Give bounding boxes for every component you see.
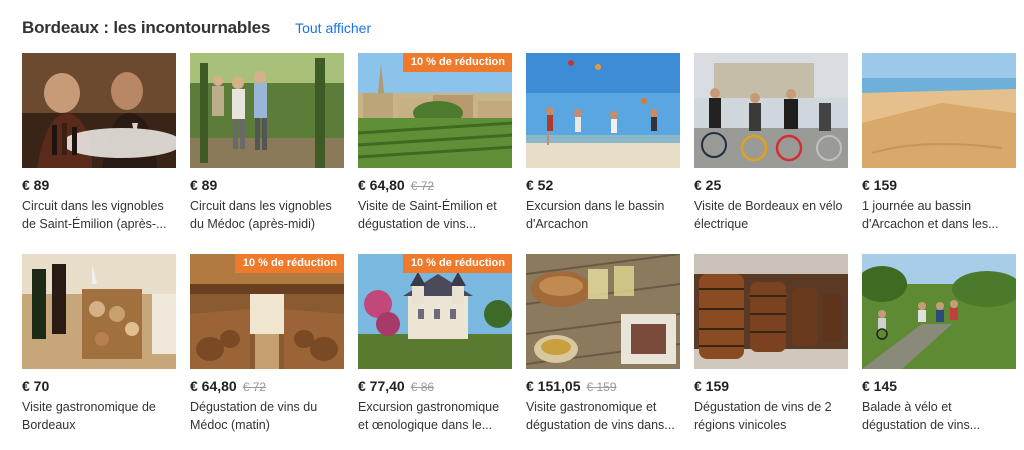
activity-photo[interactable]: [22, 254, 176, 369]
activity-name[interactable]: Visite de Bordeaux en vélo électrique: [694, 197, 848, 233]
activity-card[interactable]: € 25 Visite de Bordeaux en vélo électriq…: [694, 53, 848, 233]
price: € 159: [862, 177, 898, 193]
price-line: € 77,40 € 86: [358, 378, 512, 396]
activity-card[interactable]: € 70 Visite gastronomique de Bordeaux: [22, 254, 176, 434]
price-line: € 159: [862, 177, 1016, 195]
activity-photo[interactable]: [694, 53, 848, 168]
activity-name[interactable]: Circuit dans les vignobles du Médoc (apr…: [190, 197, 344, 233]
section-title: Bordeaux : les incontournables: [22, 18, 271, 37]
activity-photo[interactable]: [694, 254, 848, 369]
price: € 145: [862, 378, 898, 394]
gastronomy-photo: [22, 254, 176, 369]
price-line: € 89: [22, 177, 176, 195]
show-all-link[interactable]: Tout afficher: [295, 20, 371, 36]
vineyard-guests-photo: [190, 53, 344, 168]
activity-photo[interactable]: [526, 53, 680, 168]
price: € 25: [694, 177, 722, 193]
activities-row: € 89 Circuit dans les vignobles de Saint…: [22, 53, 1022, 233]
price-line: € 145: [862, 378, 1016, 396]
price: € 64,80: [358, 177, 405, 193]
activity-card[interactable]: 10 % de réduction € 77,40 € 86 Excursion…: [358, 254, 512, 434]
bike-tour-photo: [694, 53, 848, 168]
activity-name[interactable]: Dégustation de vins de 2 régions vinicol…: [694, 398, 848, 434]
bike-ride-photo: [862, 254, 1016, 369]
activity-card[interactable]: € 159 Dégustation de vins de 2 régions v…: [694, 254, 848, 434]
discount-badge: 10 % de réduction: [402, 254, 512, 273]
price: € 77,40: [358, 378, 405, 394]
discount-badge: 10 % de réduction: [234, 254, 344, 273]
activity-name[interactable]: Visite gastronomique de Bordeaux: [22, 398, 176, 434]
price-line: € 64,80 € 72: [190, 378, 344, 396]
activity-name[interactable]: Balade à vélo et dégustation de vins...: [862, 398, 1016, 434]
price: € 89: [22, 177, 50, 193]
price-line: € 25: [694, 177, 848, 195]
activities-row: € 70 Visite gastronomique de Bordeaux 10…: [22, 254, 1022, 434]
section-header: Bordeaux : les incontournables Tout affi…: [22, 18, 371, 38]
activity-card[interactable]: € 89 Circuit dans les vignobles du Médoc…: [190, 53, 344, 233]
activity-photo[interactable]: [862, 53, 1016, 168]
price-line: € 52: [526, 177, 680, 195]
arcachon-beach-photo: [526, 53, 680, 168]
price: € 70: [22, 378, 50, 394]
activity-name[interactable]: Visite de Saint-Émilion et dégustation d…: [358, 197, 512, 233]
activity-card[interactable]: 10 % de réduction € 64,80 € 72 Visite de…: [358, 53, 512, 233]
activity-name[interactable]: Excursion gastronomique et œnologique da…: [358, 398, 512, 434]
activity-photo[interactable]: 10 % de réduction: [358, 254, 512, 369]
price-line: € 64,80 € 72: [358, 177, 512, 195]
activity-photo[interactable]: [190, 53, 344, 168]
wine-cellar-photo: [22, 53, 176, 168]
activity-card[interactable]: € 89 Circuit dans les vignobles de Saint…: [22, 53, 176, 233]
activity-card[interactable]: 10 % de réduction € 64,80 € 72 Dégustati…: [190, 254, 344, 434]
old-price: € 86: [410, 380, 435, 394]
activity-photo[interactable]: [22, 53, 176, 168]
activity-name[interactable]: Visite gastronomique et dégustation de v…: [526, 398, 680, 434]
price: € 64,80: [190, 378, 237, 394]
old-price: € 159: [586, 380, 617, 394]
price: € 89: [190, 177, 218, 193]
activity-name[interactable]: Circuit dans les vignobles de Saint-Émil…: [22, 197, 176, 233]
activity-card[interactable]: € 52 Excursion dans le bassin d'Arcachon: [526, 53, 680, 233]
discount-badge: 10 % de réduction: [402, 53, 512, 72]
activity-name[interactable]: 1 journée au bassin d'Arcachon et dans l…: [862, 197, 1016, 233]
activity-photo[interactable]: [862, 254, 1016, 369]
price-line: € 159: [694, 378, 848, 396]
activity-name[interactable]: Dégustation de vins du Médoc (matin): [190, 398, 344, 434]
price-line: € 89: [190, 177, 344, 195]
price: € 52: [526, 177, 554, 193]
old-price: € 72: [410, 179, 435, 193]
activities-grid: € 89 Circuit dans les vignobles de Saint…: [22, 53, 1022, 434]
bread-tasting-photo: [526, 254, 680, 369]
activity-card[interactable]: € 159 1 journée au bassin d'Arcachon et …: [862, 53, 1016, 233]
price-line: € 70: [22, 378, 176, 396]
activity-photo[interactable]: 10 % de réduction: [358, 53, 512, 168]
price: € 159: [694, 378, 730, 394]
price: € 151,05: [526, 378, 581, 394]
wine-vats-photo: [694, 254, 848, 369]
old-price: € 72: [242, 380, 267, 394]
dune-photo: [862, 53, 1016, 168]
activity-photo[interactable]: [526, 254, 680, 369]
activity-photo[interactable]: 10 % de réduction: [190, 254, 344, 369]
activity-card[interactable]: € 145 Balade à vélo et dégustation de vi…: [862, 254, 1016, 434]
activity-card[interactable]: € 151,05 € 159 Visite gastronomique et d…: [526, 254, 680, 434]
activity-name[interactable]: Excursion dans le bassin d'Arcachon: [526, 197, 680, 233]
price-line: € 151,05 € 159: [526, 378, 680, 396]
